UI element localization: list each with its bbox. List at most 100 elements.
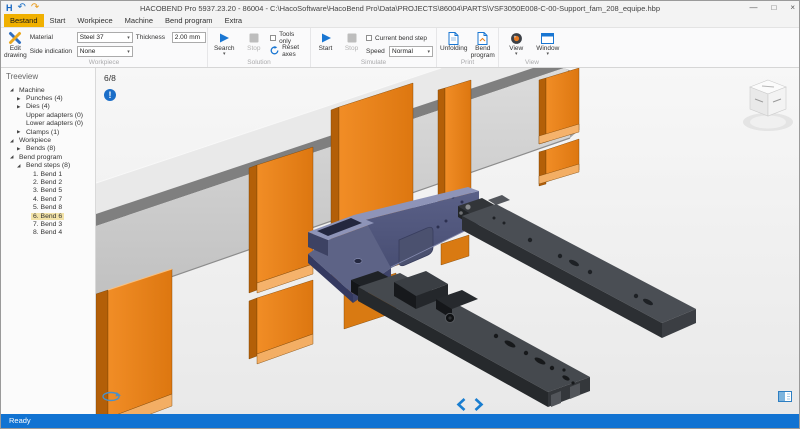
group-label-workpiece: Workpiece — [1, 59, 207, 67]
ribbon-group-solution: Search ▾ Stop Tools only Reset axe — [208, 28, 311, 67]
tree-collapsed-icon[interactable]: ▶ — [17, 96, 24, 102]
side-indication-label: Side indication — [30, 48, 74, 55]
tree-collapsed-icon[interactable]: ▶ — [17, 104, 24, 110]
tree-item-label: 6. Bend 6 — [31, 213, 64, 220]
tree-item-lower-adapters-0-[interactable]: Lower adapters (0) — [6, 120, 95, 128]
reset-axes-label: Reset axes — [282, 44, 307, 58]
simulate-stop-button[interactable]: Stop — [340, 30, 363, 52]
tree-item-clamps-1-[interactable]: ▶Clamps (1) — [6, 128, 95, 136]
tree-item-label: Bend program — [17, 154, 64, 161]
view-cube[interactable] — [743, 80, 793, 131]
punch-column-5 — [539, 68, 579, 186]
tree-expanded-icon[interactable]: ◢ — [17, 163, 24, 169]
3d-viewport[interactable]: 6/8 ! — [96, 68, 799, 414]
tree-collapsed-icon[interactable]: ▶ — [17, 146, 24, 152]
tree-item-label: Bend steps (8) — [24, 162, 72, 169]
window-button[interactable]: Window ▾ — [534, 30, 563, 56]
current-bend-step-checkbox[interactable]: Current bend step — [366, 33, 433, 43]
side-indication-value: None — [80, 48, 96, 55]
tree-expanded-icon[interactable]: ◢ — [10, 154, 17, 160]
edit-drawing-button[interactable]: Edit drawing — [4, 30, 27, 59]
close-button[interactable]: × — [790, 1, 795, 15]
material-label: Material — [30, 34, 74, 41]
tree-item-workpiece[interactable]: ◢Workpiece — [6, 136, 95, 144]
unfolding-label: Unfolding — [440, 45, 467, 52]
bend-program-label: Bend program — [470, 45, 495, 59]
tree-item-bends-8-[interactable]: ▶Bends (8) — [6, 145, 95, 153]
tree-expanded-icon[interactable]: ◢ — [10, 138, 17, 144]
tab-extra[interactable]: Extra — [219, 14, 249, 27]
start-button[interactable]: Start — [314, 30, 337, 52]
tools-only-checkbox[interactable]: Tools only — [270, 33, 307, 43]
unfolding-button[interactable]: Unfolding — [440, 30, 467, 52]
speed-select[interactable]: Normal ▾ — [389, 46, 433, 57]
bend-step-counter: 6/8 — [104, 73, 116, 83]
status-text: Ready — [9, 416, 31, 425]
tree-item-6-bend-6[interactable]: 6. Bend 6 — [6, 212, 95, 220]
titlebar: H ↶ ↷ HACOBEND Pro 5937.23.20 - 86004 - … — [1, 1, 799, 15]
previous-step-icon[interactable] — [456, 398, 465, 411]
side-indication-select[interactable]: None ▾ — [77, 46, 133, 57]
application-window: H ↶ ↷ HACOBEND Pro 5937.23.20 - 86004 - … — [0, 0, 800, 429]
tab-machine[interactable]: Machine — [119, 14, 159, 27]
tree-item-upper-adapters-0-[interactable]: Upper adapters (0) — [6, 111, 95, 119]
tree-item-8-bend-4[interactable]: 8. Bend 4 — [6, 229, 95, 237]
start-play-icon — [320, 31, 332, 45]
tree-item-label: 5. Bend 8 — [31, 204, 64, 211]
tree-item-4-bend-7[interactable]: 4. Bend 7 — [6, 195, 95, 203]
search-button[interactable]: Search ▾ — [211, 30, 238, 56]
chevron-down-icon: ▾ — [515, 52, 518, 56]
info-icon[interactable]: ! — [104, 89, 116, 101]
window-controls: — □ × — [749, 1, 795, 15]
speed-value: Normal — [392, 48, 413, 55]
tree-item-5-bend-8[interactable]: 5. Bend 8 — [6, 203, 95, 211]
tree-item-label: Dies (4) — [24, 103, 52, 110]
tree-item-dies-4-[interactable]: ▶Dies (4) — [6, 103, 95, 111]
maximize-button[interactable]: □ — [771, 1, 776, 15]
tree-collapsed-icon[interactable]: ▶ — [17, 129, 24, 135]
group-label-solution: Solution — [208, 59, 310, 67]
treeview-title: Treeview — [6, 72, 95, 81]
window-title: HACOBEND Pro 5937.23.20 - 86004 - C:\Hac… — [1, 4, 799, 13]
group-label-view: View — [499, 59, 565, 67]
chevron-down-icon: ▾ — [427, 49, 430, 55]
group-label-simulate: Simulate — [311, 59, 436, 67]
tree-item-3-bend-5[interactable]: 3. Bend 5 — [6, 187, 95, 195]
rotate-view-icon[interactable] — [101, 390, 121, 408]
stop-label: Stop — [247, 45, 260, 52]
document-icon — [477, 31, 488, 45]
thickness-label: Thickness — [136, 34, 169, 41]
tree-expanded-icon[interactable]: ◢ — [10, 87, 17, 93]
thickness-field[interactable]: 2.00 mm — [172, 32, 206, 43]
ribbon-group-print: Unfolding Bend program Print — [437, 28, 499, 67]
material-select[interactable]: Steel 37 ▾ — [77, 32, 133, 43]
tree-item-machine[interactable]: ◢Machine — [6, 86, 95, 94]
tree-item-label: Punches (4) — [24, 95, 65, 102]
ribbon-group-workpiece: Edit drawing Material Steel 37 ▾ Side in… — [1, 28, 208, 67]
tree-item-label: Machine — [17, 87, 47, 94]
tree-item-punches-4-[interactable]: ▶Punches (4) — [6, 94, 95, 102]
tab-bestand[interactable]: Bestand — [4, 14, 44, 27]
search-play-icon — [218, 31, 230, 45]
tree-item-label: 8. Bend 4 — [31, 229, 64, 236]
next-step-icon[interactable] — [474, 398, 483, 411]
tree-item-1-bend-1[interactable]: 1. Bend 1 — [6, 170, 95, 178]
minimize-button[interactable]: — — [749, 1, 757, 15]
tree-item-label: Clamps (1) — [24, 129, 61, 136]
solution-stop-button[interactable]: Stop — [241, 30, 268, 52]
tree-item-2-bend-2[interactable]: 2. Bend 2 — [6, 178, 95, 186]
tree-item-bend-steps-8-[interactable]: ◢Bend steps (8) — [6, 162, 95, 170]
reset-axes-button[interactable]: Reset axes — [270, 46, 307, 56]
view-button[interactable]: View ▾ — [502, 30, 531, 56]
tab-bend-program[interactable]: Bend program — [159, 14, 219, 27]
tree-item-label: Workpiece — [17, 137, 53, 144]
tree-item-label: Upper adapters (0) — [24, 112, 85, 119]
punch-column-2 — [249, 147, 313, 364]
tree-item-bend-program[interactable]: ◢Bend program — [6, 153, 95, 161]
tab-start[interactable]: Start — [44, 14, 72, 27]
menu-tabs: BestandStartWorkpieceMachineBend program… — [1, 15, 799, 28]
tab-workpiece[interactable]: Workpiece — [71, 14, 118, 27]
bend-program-button[interactable]: Bend program — [470, 30, 495, 59]
manual-book-icon[interactable] — [778, 389, 792, 407]
tree-item-7-bend-3[interactable]: 7. Bend 3 — [6, 220, 95, 228]
